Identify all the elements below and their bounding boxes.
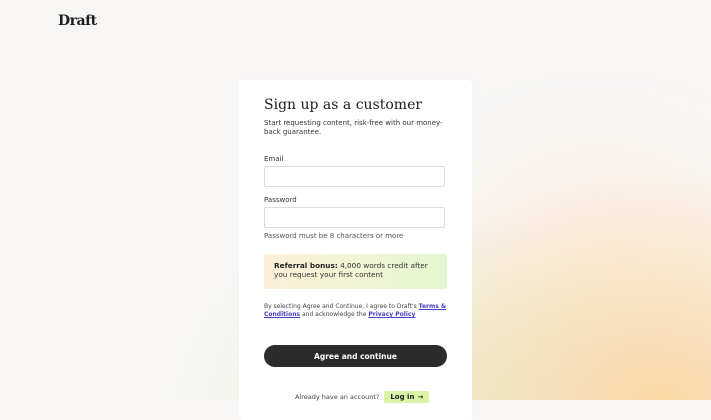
page-title: Sign up as a customer: [264, 97, 423, 113]
password-field[interactable]: [264, 207, 445, 228]
agree-continue-button[interactable]: Agree and continue: [264, 345, 447, 367]
password-hint: Password must be 8 characters or more: [264, 232, 404, 240]
email-field[interactable]: [264, 166, 445, 187]
referral-bonus-box: Referral bonus: 4,000 words credit after…: [264, 254, 447, 289]
signup-card: Sign up as a customer Start requesting c…: [239, 80, 472, 420]
terms-prefix: By selecting Agree and Continue, I agree…: [264, 303, 417, 310]
login-button[interactable]: Log in →: [384, 391, 430, 403]
terms-middle: and acknowledge the: [301, 311, 367, 318]
email-label: Email: [264, 155, 284, 163]
draft-logo[interactable]: Draft: [58, 13, 97, 29]
terms-text: By selecting Agree and Continue, I agree…: [264, 303, 452, 319]
password-label: Password: [264, 196, 297, 204]
privacy-link[interactable]: Privacy Policy: [368, 311, 415, 318]
subtitle: Start requesting content, risk-free with…: [264, 119, 443, 136]
login-row: Already have an account? Log in →: [295, 391, 430, 403]
referral-label: Referral bonus:: [274, 261, 338, 270]
